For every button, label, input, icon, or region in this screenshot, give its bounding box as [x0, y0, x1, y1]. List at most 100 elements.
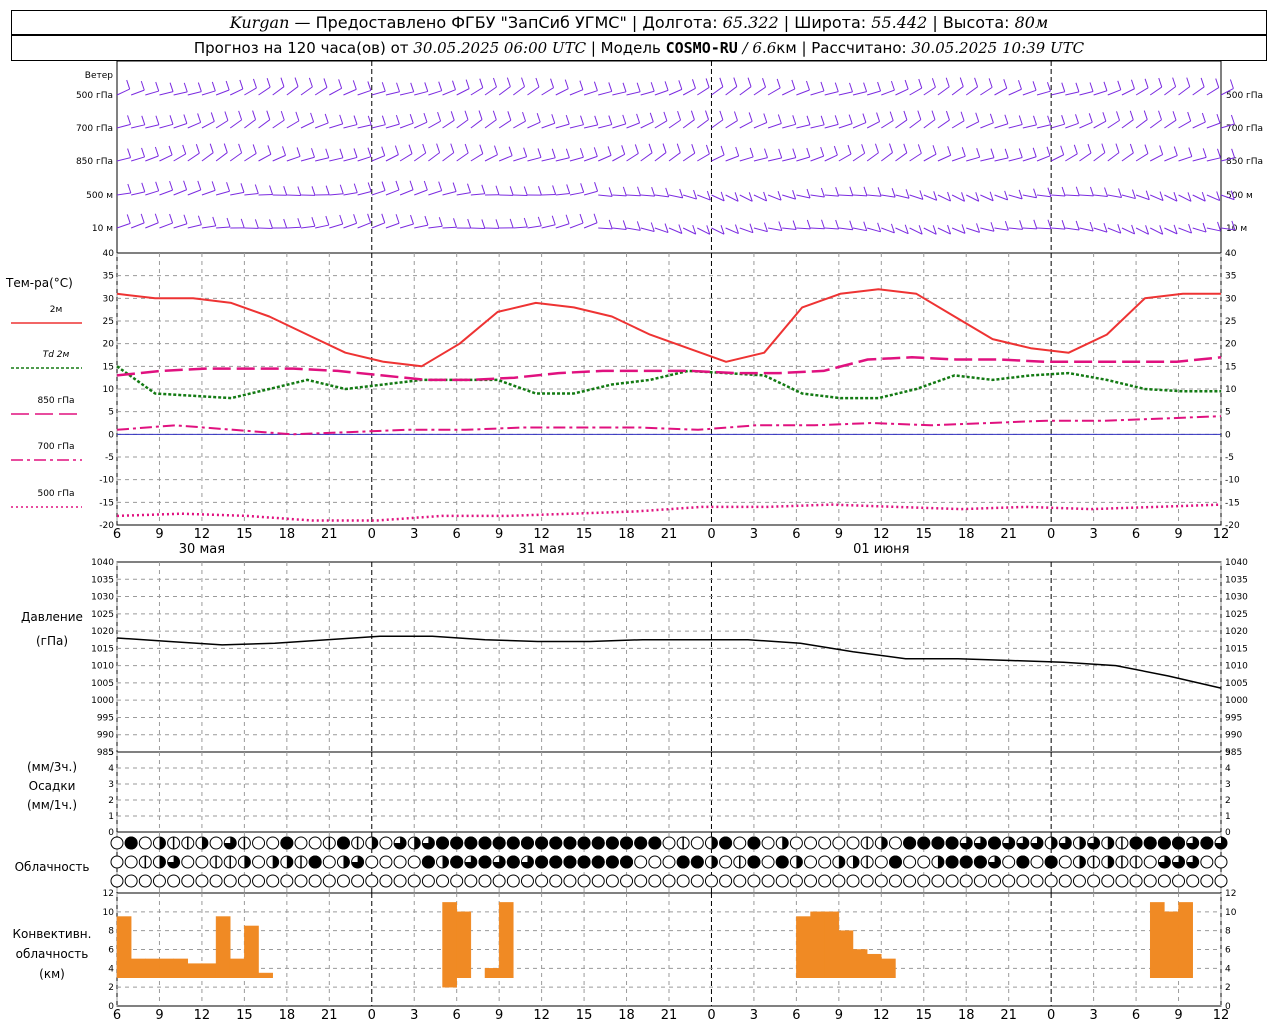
wind-barb-shaft	[244, 119, 256, 129]
cloud-symbol-fill	[563, 836, 577, 850]
cloud-symbol-fill	[159, 837, 166, 849]
wind-barb-feather	[552, 185, 557, 195]
wind-level-label-left: 500 гПа	[76, 91, 113, 101]
wind-barb-feather	[183, 114, 188, 124]
wind-barb-shaft	[541, 193, 556, 196]
wind-barb-shaft	[555, 223, 570, 229]
wind-barb-feather	[1003, 79, 1008, 89]
wind-barb-feather	[1089, 221, 1094, 232]
pressure-tick-left: 995	[97, 713, 114, 723]
wind-barb-feather	[409, 180, 414, 190]
cloud-symbol	[365, 874, 379, 888]
wind-barb-feather	[1172, 77, 1177, 87]
wind-barb-feather	[665, 187, 670, 198]
cloud-symbol-fill	[244, 856, 251, 868]
wind-barb-shaft	[1008, 157, 1023, 162]
cloud-symbol	[591, 874, 605, 888]
wind-barb-feather	[226, 217, 231, 228]
wind-barb-feather	[945, 110, 950, 121]
wind-barb-feather	[252, 144, 257, 154]
wind-barb-shaft	[583, 124, 598, 129]
wind-barb-shaft	[456, 152, 469, 162]
wind-barb-feather	[932, 145, 937, 155]
cloud-symbol	[903, 874, 917, 888]
wind-barb-shaft	[145, 124, 160, 129]
wind-barb-feather	[834, 82, 839, 92]
wind-barb-feather	[1103, 81, 1108, 91]
cloud-symbol	[209, 874, 223, 888]
wind-barb-feather	[535, 77, 540, 88]
wind-barb-shaft	[598, 194, 613, 197]
wind-barb-shaft	[626, 153, 639, 162]
wind-barb-shaft	[1135, 153, 1149, 162]
temp-tick-right: 30	[1225, 294, 1237, 304]
wind-barb-shaft	[527, 86, 540, 96]
wind-barb-feather	[1061, 115, 1066, 125]
cloud-symbol-fill	[577, 836, 591, 850]
x-tick-label-bottom: 3	[750, 1008, 758, 1023]
pressure-tick-left: 1040	[91, 558, 114, 568]
wind-label: Ветер	[85, 71, 113, 81]
wind-barb-feather	[396, 82, 401, 92]
wind-barb-feather	[593, 213, 598, 223]
convective-bar	[187, 963, 203, 978]
wind-barb-feather	[622, 186, 627, 197]
wind-barb-feather	[1158, 110, 1162, 120]
wind-barb-shaft	[683, 194, 697, 200]
cloud-symbol-fill	[1129, 836, 1143, 850]
cloud-symbol	[846, 836, 860, 850]
cloud-symbol-fill	[336, 836, 350, 850]
pressure-tick-left: 1005	[91, 679, 114, 689]
wind-barb-shaft	[286, 226, 301, 229]
cloud-symbol	[1214, 874, 1228, 888]
cloud-symbol	[436, 874, 450, 888]
cloud-symbol	[1030, 874, 1044, 888]
wind-barb-feather	[280, 110, 285, 121]
wind-barb-feather	[889, 143, 893, 153]
wind-barb-feather	[976, 148, 981, 158]
wind-barb-shaft	[1051, 91, 1065, 96]
wind-barb-shaft	[414, 121, 428, 129]
cloud-symbol	[252, 874, 266, 888]
wind-barb-shaft	[131, 124, 145, 129]
cloud-symbol	[818, 855, 832, 869]
x-tick-label-mid: 6	[1132, 527, 1140, 542]
cloud-symbol-fill	[450, 855, 464, 869]
wind-barb-shaft	[286, 155, 301, 162]
wind-barb-feather	[748, 112, 753, 122]
x-tick-label-bottom: 0	[707, 1008, 715, 1023]
temp-tick-left: 10	[103, 385, 115, 395]
wind-barb-feather	[1019, 220, 1024, 230]
cloud-symbol	[138, 874, 152, 888]
cloud-symbol-fill	[605, 855, 619, 869]
wind-barb-feather	[1004, 221, 1009, 231]
wind-barb-feather	[805, 80, 810, 91]
wind-barb-feather	[918, 78, 923, 89]
wind-barb-shaft	[470, 119, 483, 129]
pressure-tick-right: 1020	[1225, 627, 1248, 637]
wind-barb-shaft	[1135, 87, 1149, 96]
cloud-symbol	[818, 874, 832, 888]
wind-barb-shaft	[329, 87, 342, 96]
cloud-symbol-fill	[937, 856, 944, 868]
wind-barb-feather	[155, 181, 160, 191]
wind-barb-feather	[141, 147, 146, 158]
wind-barb-shaft	[343, 124, 358, 129]
wind-barb-shaft	[640, 90, 655, 96]
pressure-tick-right: 995	[1225, 713, 1242, 723]
cloud-symbol	[393, 855, 407, 869]
cloud-symbol	[407, 855, 421, 869]
wind-barb-shaft	[229, 119, 242, 129]
wind-barb-feather	[481, 219, 486, 229]
wind-barb-feather	[749, 147, 754, 158]
wind-level-label-left: 10 м	[92, 224, 113, 234]
wind-barb-feather	[693, 189, 698, 200]
wind-barb-feather	[155, 81, 160, 92]
wind-barb-feather	[183, 82, 188, 93]
precip-tick-right: 2	[1225, 796, 1231, 806]
wind-barb-shaft	[994, 123, 1009, 129]
wind-barb-feather	[212, 216, 217, 227]
wind-barb-shaft	[810, 155, 824, 162]
temp-tick-right: 40	[1225, 249, 1237, 259]
wind-barb-feather	[339, 114, 344, 125]
